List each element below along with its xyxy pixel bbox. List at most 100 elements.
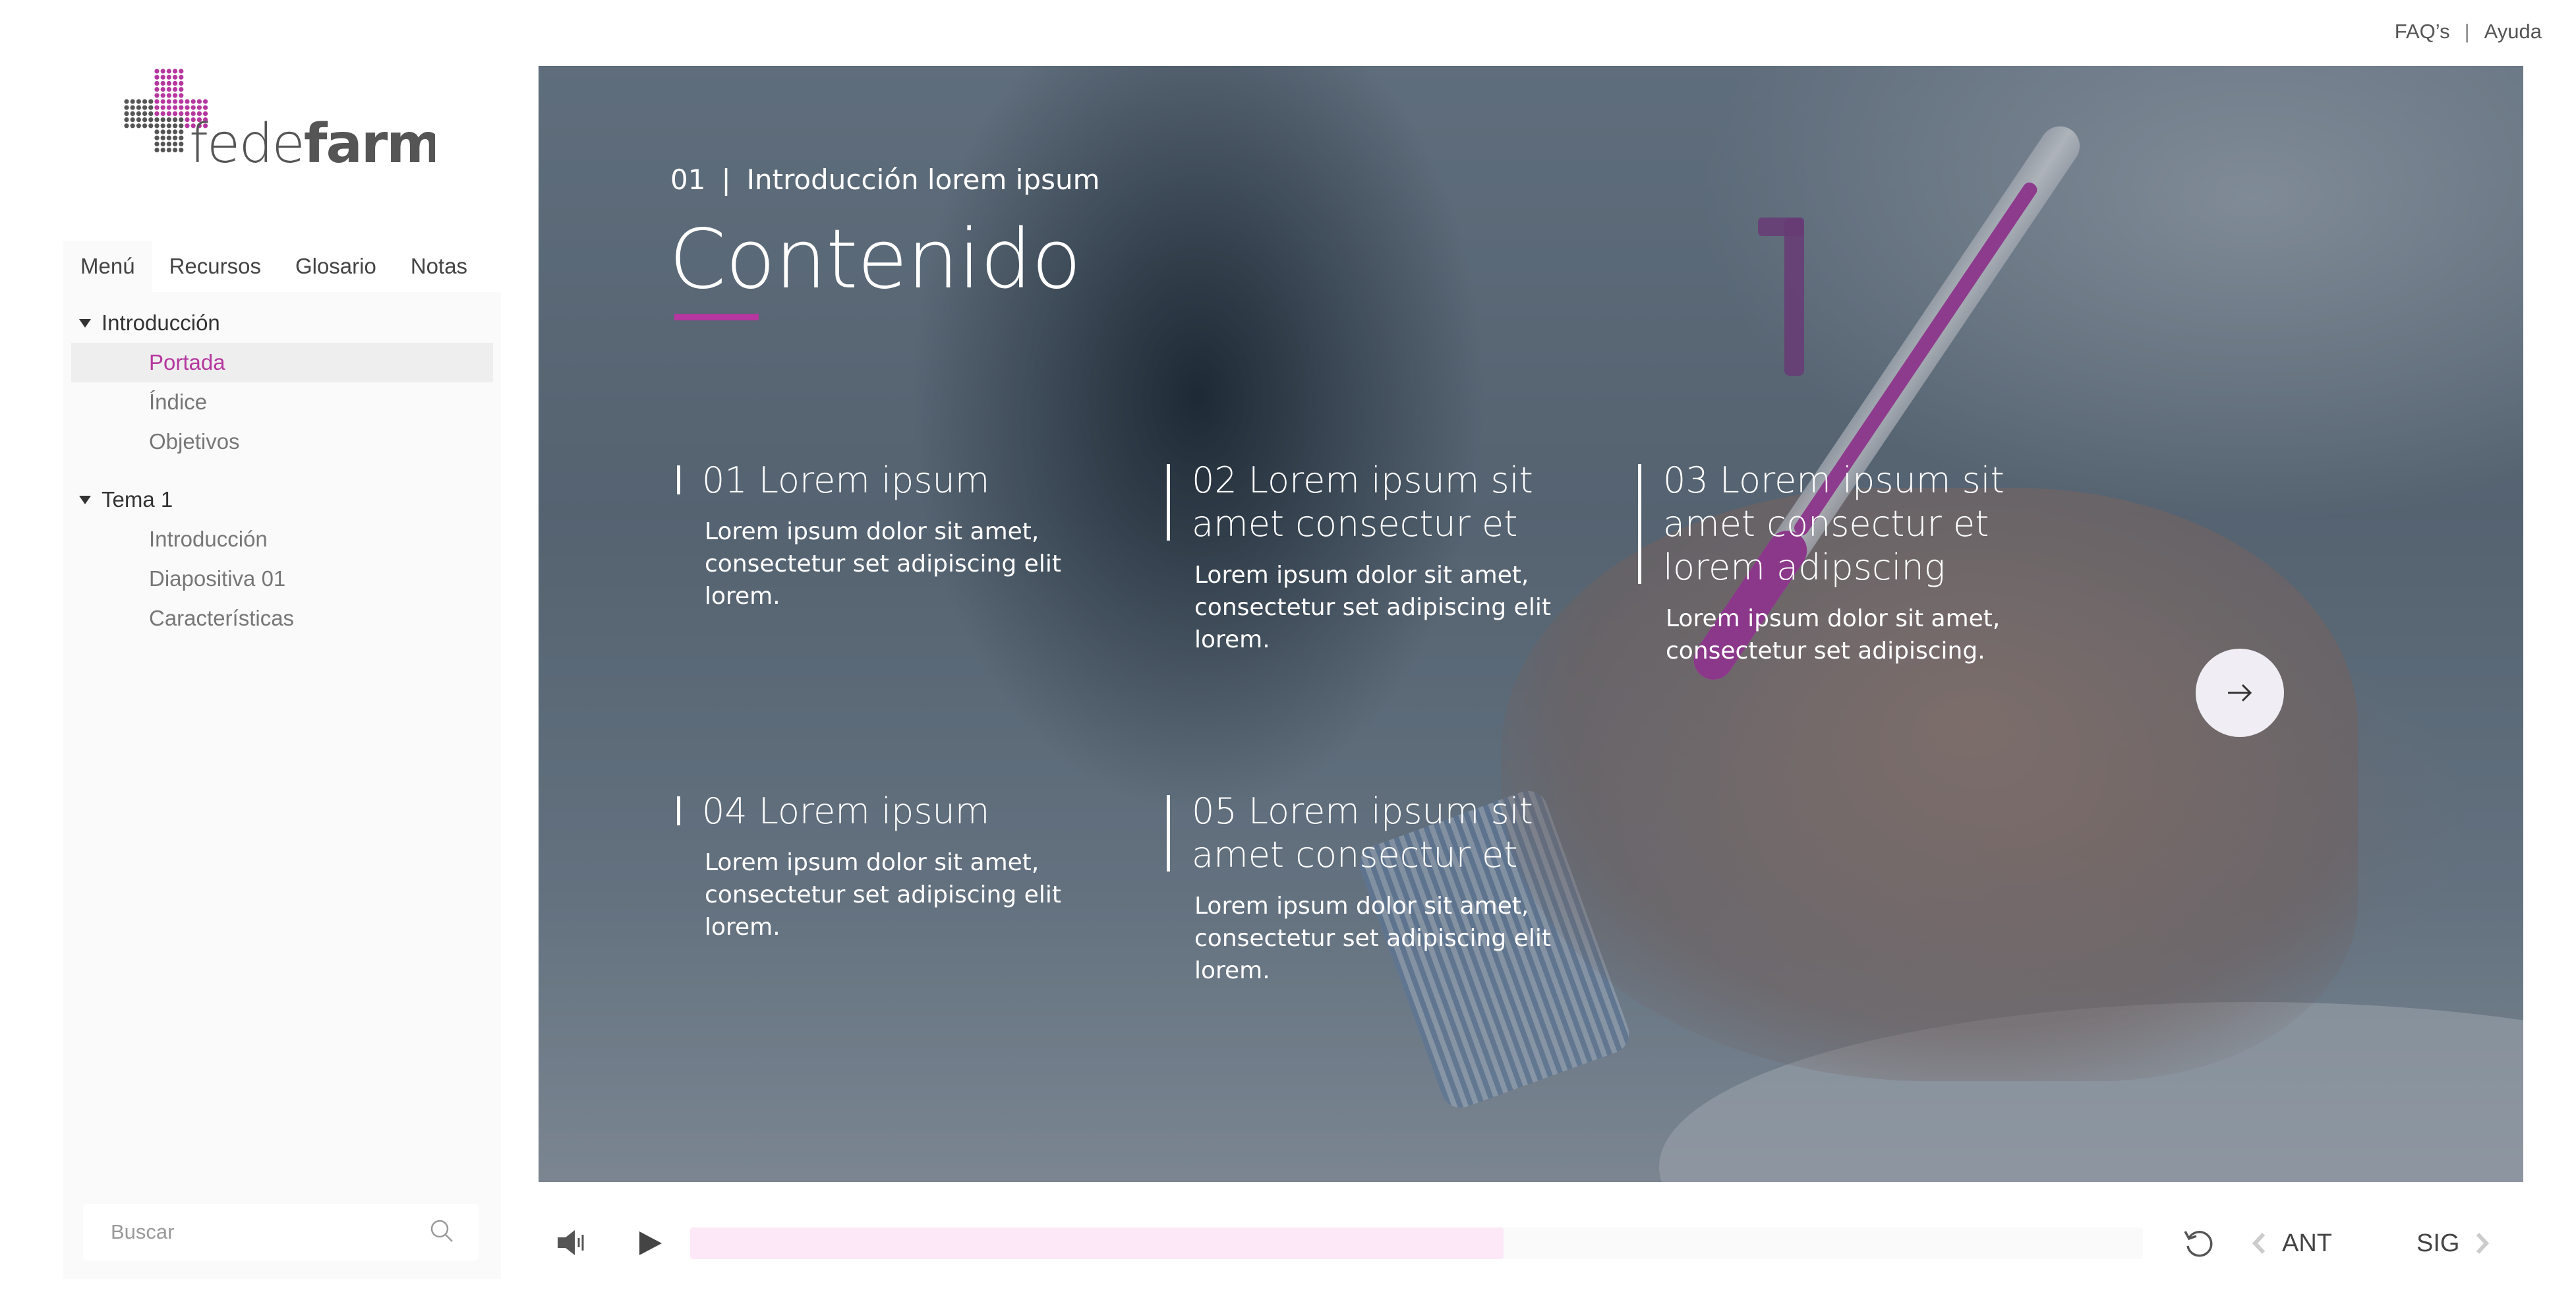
logo-dot [179, 69, 184, 74]
logo-dot [179, 74, 184, 80]
content-card-01[interactable]: 01 Lorem ipsum Lorem ipsum dolor sit ame… [677, 459, 1086, 612]
content-card-05[interactable]: 05 Lorem ipsum sit amet consectur et Lor… [1167, 790, 1575, 987]
arrow-right-icon [2228, 684, 2252, 702]
logo-dot [136, 99, 141, 104]
tree-item-objetivos[interactable]: Objetivos [71, 422, 493, 461]
search-icon[interactable] [428, 1218, 455, 1247]
logo-dot [160, 105, 165, 110]
logo-dot [185, 105, 190, 110]
logo-dot [160, 135, 165, 140]
expand-triangle-icon [79, 495, 91, 504]
faqs-link[interactable]: FAQ’s [2395, 20, 2450, 44]
card-heading: 01 Lorem ipsum [677, 459, 1086, 502]
logo-dot [130, 99, 135, 104]
logo-dot [160, 141, 165, 146]
previous-button[interactable]: ANT [2249, 1227, 2332, 1259]
logo-dot [160, 87, 165, 92]
logo-dot [160, 129, 165, 134]
logo-dot [179, 141, 184, 146]
logo-dot [154, 80, 160, 86]
logo-dot [148, 123, 154, 129]
logo-dot [179, 105, 184, 110]
tree-item-caracteristicas[interactable]: Características [71, 599, 493, 638]
play-button[interactable] [635, 1229, 664, 1258]
card-heading: 02 Lorem ipsum sit amet consectur et [1167, 459, 1575, 546]
play-icon [639, 1231, 662, 1255]
logo-dot [173, 87, 178, 92]
logo-dot [166, 135, 171, 140]
next-button[interactable]: SIG [2416, 1227, 2492, 1259]
logo-text-light: fede [189, 113, 304, 170]
logo-dot [179, 117, 184, 123]
logo-dot [154, 111, 160, 116]
logo-dot [173, 74, 178, 80]
logo-dot [173, 141, 178, 146]
logo-dot [124, 99, 129, 104]
tree-item-introduccion[interactable]: Introducción [71, 519, 493, 559]
content-card-02[interactable]: 02 Lorem ipsum sit amet consectur et Lor… [1167, 459, 1575, 656]
logo-dot [130, 105, 135, 110]
logo-dot [130, 117, 135, 123]
logo-dot [166, 148, 171, 153]
logo-dot [173, 93, 178, 98]
top-links: FAQ’s | Ayuda [2395, 20, 2542, 44]
tab-recursos[interactable]: Recursos [152, 241, 278, 292]
help-link[interactable]: Ayuda [2484, 20, 2542, 44]
logo-dot [154, 141, 160, 146]
logo-dot [154, 99, 160, 104]
chevron-left-icon [2252, 1232, 2266, 1255]
logo-dot [136, 117, 141, 123]
card-heading: 03 Lorem ipsum sit amet consectur et lor… [1638, 459, 2060, 589]
card-heading: 05 Lorem ipsum sit amet consectur et [1167, 790, 1575, 877]
logo-dot [173, 135, 178, 140]
logo-dot [160, 123, 165, 129]
crumb-number: 01 [670, 163, 706, 196]
logo-dot [160, 93, 165, 98]
logo-dot [179, 93, 184, 98]
logo-dot [148, 117, 154, 123]
content-card-03[interactable]: 03 Lorem ipsum sit amet consectur et lor… [1638, 459, 2060, 667]
content-card-04[interactable]: 04 Lorem ipsum Lorem ipsum dolor sit ame… [677, 790, 1086, 943]
reload-button[interactable] [2180, 1225, 2217, 1262]
logo-dot [130, 111, 135, 116]
search-box [83, 1204, 479, 1260]
card-body: Lorem ipsum dolor sit amet, consectetur … [1666, 605, 2001, 665]
logo-dot [124, 123, 129, 129]
tab-notas[interactable]: Notas [394, 241, 484, 292]
logo-dot [166, 69, 171, 74]
progress-bar[interactable] [690, 1227, 2143, 1259]
logo-dot [173, 80, 178, 86]
logo-dot [173, 117, 178, 123]
logo-dot [185, 99, 190, 104]
tree-head-introduccion[interactable]: Introducción [71, 303, 493, 343]
card-body: Lorem ipsum dolor sit amet, consectetur … [1194, 893, 1551, 984]
logo-dot [160, 117, 165, 123]
logo-dot [124, 117, 129, 123]
tree-item-portada[interactable]: Portada [71, 343, 493, 382]
next-slide-button[interactable] [2196, 649, 2284, 737]
logo-dot [179, 148, 184, 153]
search-input[interactable] [111, 1220, 428, 1244]
logo-dot [124, 105, 129, 110]
logo-dot [179, 111, 184, 116]
tree-group-tema1: Tema 1 Introducción Diapositiva 01 Carac… [71, 480, 493, 638]
logo-text-bold: farma [304, 113, 435, 170]
crumb-title: Introducción lorem ipsum [746, 163, 1100, 196]
logo-dot [166, 80, 171, 86]
logo-dot [173, 99, 178, 104]
tree-head-tema1[interactable]: Tema 1 [71, 480, 493, 519]
logo-dot [142, 123, 148, 129]
progress-fill [690, 1227, 1504, 1259]
volume-button[interactable] [555, 1226, 588, 1259]
logo-dot [173, 148, 178, 153]
logo-dot [196, 99, 202, 104]
tab-glosario[interactable]: Glosario [278, 241, 394, 292]
tree-item-diapositiva-01[interactable]: Diapositiva 01 [71, 559, 493, 599]
logo-dot [154, 105, 160, 110]
tree-item-indice[interactable]: Índice [71, 382, 493, 422]
card-body: Lorem ipsum dolor sit amet, consectetur … [705, 849, 1061, 941]
tab-menu[interactable]: Menú [63, 241, 152, 292]
logo-dot [142, 105, 148, 110]
previous-label: ANT [2282, 1229, 2332, 1257]
logo-dot [142, 111, 148, 116]
